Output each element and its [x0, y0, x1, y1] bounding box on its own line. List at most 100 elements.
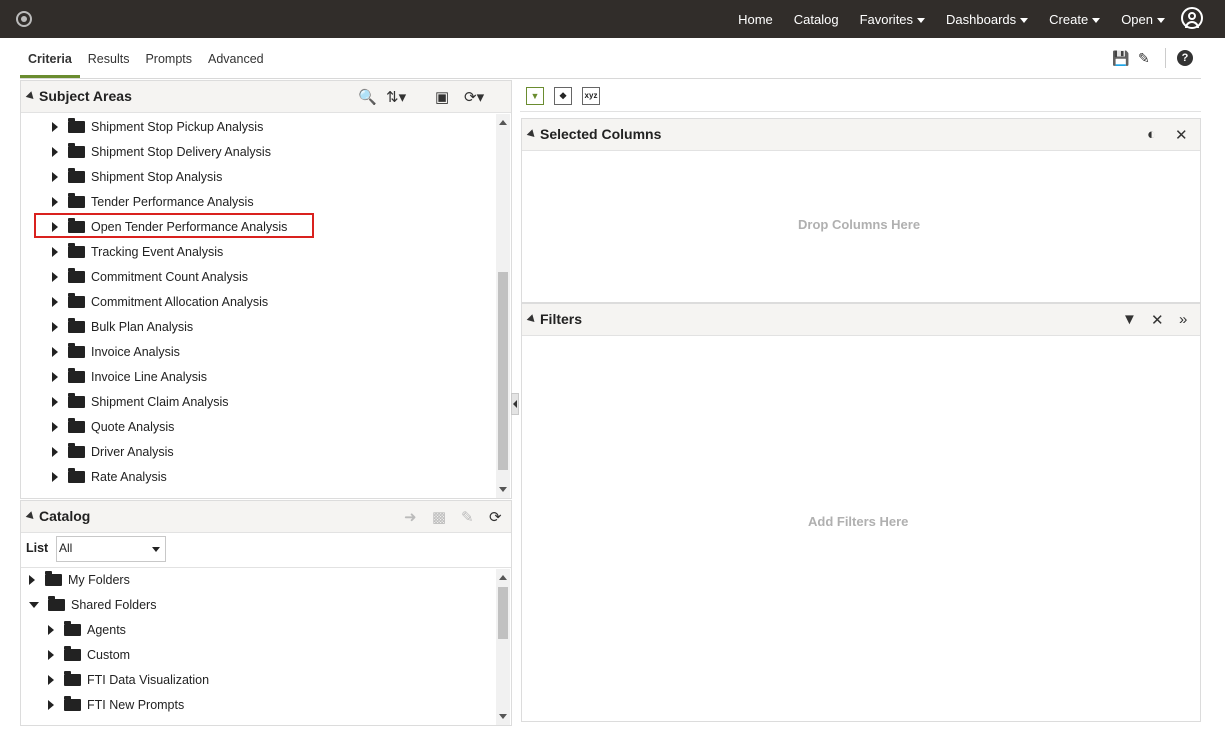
catalog-scrollbar[interactable]: [496, 569, 510, 725]
tab-results[interactable]: Results: [80, 48, 138, 78]
expand-arrow-icon[interactable]: [52, 196, 58, 207]
nav-dashboards[interactable]: Dashboards: [946, 12, 1029, 27]
subject-area-item[interactable]: Invoice Line Analysis: [52, 364, 207, 389]
subject-area-item[interactable]: Tender Performance Analysis: [52, 189, 254, 214]
nav-catalog[interactable]: Catalog: [794, 12, 839, 27]
search-icon[interactable]: 🔍: [358, 88, 377, 106]
subject-area-item[interactable]: Rate Analysis: [52, 464, 167, 489]
scroll-thumb[interactable]: [498, 587, 508, 639]
filters-title[interactable]: Filters: [526, 311, 582, 327]
catalog-folder-label: FTI Data Visualization: [87, 672, 210, 687]
subject-area-label: Commitment Count Analysis: [91, 269, 249, 284]
expand-arrow-icon[interactable]: [48, 699, 54, 710]
remove-all-filters-icon[interactable]: ✕: [1151, 311, 1164, 329]
catalog-folder-item[interactable]: FTI New Prompts: [48, 692, 184, 717]
expand-arrow-icon[interactable]: [48, 674, 54, 685]
expand-arrow-icon[interactable]: [52, 471, 58, 482]
expand-arrow-icon[interactable]: [52, 371, 58, 382]
nav-favorites[interactable]: Favorites: [859, 11, 926, 27]
xyz-icon[interactable]: xyz: [582, 87, 600, 105]
subject-area-item[interactable]: Shipment Claim Analysis: [52, 389, 229, 414]
expand-arrow-icon[interactable]: [29, 601, 39, 608]
folder-icon: [45, 570, 62, 586]
global-nav: Home Catalog Favorites Dashboards Create…: [717, 0, 1165, 38]
scroll-down-icon[interactable]: [499, 714, 507, 719]
catalog-folder-item[interactable]: Agents: [48, 617, 126, 642]
catalog-folder-item[interactable]: Shared Folders: [29, 592, 156, 617]
show-hide-icon[interactable]: ◐: [1147, 126, 1156, 143]
user-account-icon[interactable]: [1181, 7, 1203, 29]
subject-area-item[interactable]: Shipment Stop Pickup Analysis: [52, 114, 263, 139]
tab-advanced[interactable]: Advanced: [200, 48, 272, 78]
panel-splitter-collapse[interactable]: [511, 393, 519, 415]
expand-arrow-icon[interactable]: [48, 624, 54, 635]
save-as-icon[interactable]: ✎: [1138, 50, 1150, 67]
expand-arrow-icon[interactable]: [52, 396, 58, 407]
nav-favorites-label: Favorites: [859, 11, 914, 27]
folder-icon: [68, 467, 85, 483]
subject-area-item[interactable]: Invoice Analysis: [52, 339, 180, 364]
add-subject-area-icon[interactable]: ▣: [435, 88, 449, 106]
folder-icon: [68, 142, 85, 158]
catalog-list-select[interactable]: All: [56, 536, 166, 562]
subject-area-item[interactable]: Quote Analysis: [52, 414, 174, 439]
folder-icon: [64, 645, 81, 661]
refresh-icon[interactable]: ⟳▾: [464, 88, 484, 106]
selected-columns-header: Selected Columns ◐ ✕: [522, 119, 1200, 151]
catalog-folder-item[interactable]: Custom: [48, 642, 130, 667]
subject-areas-title[interactable]: Subject Areas: [25, 88, 132, 104]
subject-areas-panel: Subject Areas 🔍 ⇅▾ ▣ ⟳▾ Shipment Stop Pi…: [20, 80, 512, 499]
expand-arrow-icon[interactable]: [52, 271, 58, 282]
folder-icon: [68, 292, 85, 308]
expand-arrow-icon[interactable]: [52, 446, 58, 457]
expand-arrow-icon[interactable]: [52, 121, 58, 132]
scroll-up-icon[interactable]: [499, 120, 507, 125]
drop-columns-placeholder: Drop Columns Here: [798, 217, 921, 232]
expand-arrow-icon[interactable]: [52, 146, 58, 157]
subject-area-item[interactable]: Bulk Plan Analysis: [52, 314, 193, 339]
selected-columns-title[interactable]: Selected Columns: [526, 126, 661, 142]
save-icon[interactable]: 💾: [1112, 50, 1129, 67]
add-filter-icon[interactable]: ▼: [1122, 311, 1137, 328]
scroll-thumb[interactable]: [498, 272, 508, 470]
scroll-up-icon[interactable]: [499, 575, 507, 580]
catalog-folder-item[interactable]: FTI Data Visualization: [48, 667, 209, 692]
tab-prompts[interactable]: Prompts: [137, 48, 200, 78]
subject-area-label: Invoice Line Analysis: [91, 369, 208, 384]
expand-arrow-icon[interactable]: [52, 296, 58, 307]
subject-areas-scrollbar[interactable]: [496, 114, 510, 498]
help-icon[interactable]: ?: [1177, 50, 1193, 66]
filter-toggle-icon[interactable]: ▼: [526, 87, 544, 105]
nav-home[interactable]: Home: [738, 12, 773, 27]
toolbar-separator: [1165, 48, 1166, 68]
expand-arrow-icon[interactable]: [52, 321, 58, 332]
folder-icon: [68, 442, 85, 458]
subject-area-item[interactable]: Driver Analysis: [52, 439, 174, 464]
edit-formula-icon[interactable]: ❖: [554, 87, 572, 105]
remove-all-icon[interactable]: ✕: [1175, 126, 1188, 144]
catalog-title[interactable]: Catalog: [25, 508, 90, 524]
subject-area-item[interactable]: Commitment Allocation Analysis: [52, 289, 268, 314]
tab-criteria[interactable]: Criteria: [20, 48, 80, 78]
app-logo-icon[interactable]: [16, 11, 32, 27]
nav-create[interactable]: Create: [1049, 12, 1101, 27]
expand-arrow-icon[interactable]: [48, 649, 54, 660]
expand-arrow-icon[interactable]: [52, 346, 58, 357]
nav-open[interactable]: Open: [1121, 12, 1165, 27]
expand-arrow-icon[interactable]: [52, 171, 58, 182]
scroll-down-icon[interactable]: [499, 487, 507, 492]
folder-icon: [48, 595, 65, 611]
refresh-icon[interactable]: ⟳: [489, 508, 502, 526]
selected-columns-panel: Selected Columns ◐ ✕ Drop Columns Here: [521, 118, 1201, 303]
sort-icon[interactable]: ⇅▾: [386, 88, 406, 106]
expand-icon[interactable]: »: [1179, 311, 1187, 328]
subject-area-item[interactable]: Shipment Stop Analysis: [52, 164, 222, 189]
expand-arrow-icon[interactable]: [29, 574, 35, 585]
subject-area-item[interactable]: Shipment Stop Delivery Analysis: [52, 139, 271, 164]
catalog-panel: Catalog ➜ ▩ ✎ ⟳ List My Folders Shared Fo…: [20, 500, 512, 726]
expand-arrow-icon[interactable]: [52, 421, 58, 432]
subject-area-item[interactable]: Commitment Count Analysis: [52, 264, 248, 289]
subject-area-item[interactable]: Tracking Event Analysis: [52, 239, 223, 264]
expand-arrow-icon[interactable]: [52, 246, 58, 257]
catalog-folder-item[interactable]: My Folders: [29, 567, 130, 592]
